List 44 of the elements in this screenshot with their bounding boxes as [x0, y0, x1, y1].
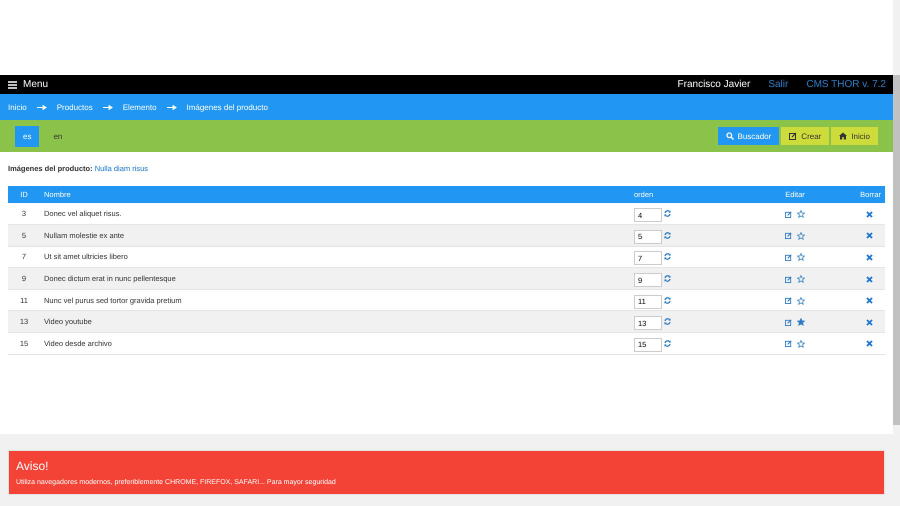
- delete-icon[interactable]: [866, 210, 873, 218]
- refresh-icon[interactable]: [664, 210, 672, 218]
- delete-icon[interactable]: [866, 318, 873, 326]
- star-icon[interactable]: [797, 296, 805, 305]
- alert-title: Aviso!: [16, 459, 50, 473]
- language-tab[interactable]: en: [45, 126, 70, 146]
- edit-icon[interactable]: [785, 318, 792, 326]
- star-icon[interactable]: [797, 275, 805, 284]
- menu-label[interactable]: Menu: [23, 79, 48, 90]
- refresh-icon[interactable]: [664, 253, 672, 260]
- star-icon[interactable]: [797, 253, 805, 262]
- refresh-icon[interactable]: [664, 340, 672, 347]
- refresh-icon[interactable]: [664, 318, 672, 326]
- refresh-icon[interactable]: [664, 232, 672, 239]
- logout-link[interactable]: Salir: [768, 79, 788, 90]
- delete-icon[interactable]: [866, 297, 873, 304]
- delete-icon[interactable]: [866, 254, 873, 261]
- user-name: Francisco Javier: [678, 79, 750, 90]
- edit-icon[interactable]: [785, 210, 792, 218]
- edit-icon[interactable]: [785, 232, 792, 240]
- delete-icon[interactable]: [866, 340, 873, 348]
- menu-icon[interactable]: [8, 80, 17, 88]
- star-icon[interactable]: [797, 210, 805, 218]
- delete-icon[interactable]: [866, 232, 873, 240]
- refresh-icon[interactable]: [664, 275, 672, 282]
- arrow-icon: [102, 104, 113, 110]
- scrollbar-thumb[interactable]: [893, 75, 900, 425]
- edit-icon[interactable]: [785, 276, 792, 283]
- create-button[interactable]: Crear: [781, 127, 830, 145]
- star-icon[interactable]: [797, 232, 805, 240]
- search-icon: [726, 132, 734, 140]
- arrow-icon: [36, 104, 47, 110]
- home-icon: [839, 132, 848, 140]
- edit-icon: [789, 132, 798, 140]
- star-icon[interactable]: [797, 318, 805, 326]
- version-label: CMS THOR v. 7.2: [806, 79, 886, 90]
- edit-icon[interactable]: [785, 254, 792, 261]
- star-icon[interactable]: [797, 340, 805, 348]
- edit-icon[interactable]: [785, 297, 792, 304]
- refresh-icon[interactable]: [664, 296, 672, 304]
- delete-icon[interactable]: [866, 276, 873, 283]
- home-button[interactable]: Inicio: [831, 127, 878, 145]
- arrow-icon: [166, 104, 177, 110]
- edit-icon[interactable]: [785, 340, 792, 348]
